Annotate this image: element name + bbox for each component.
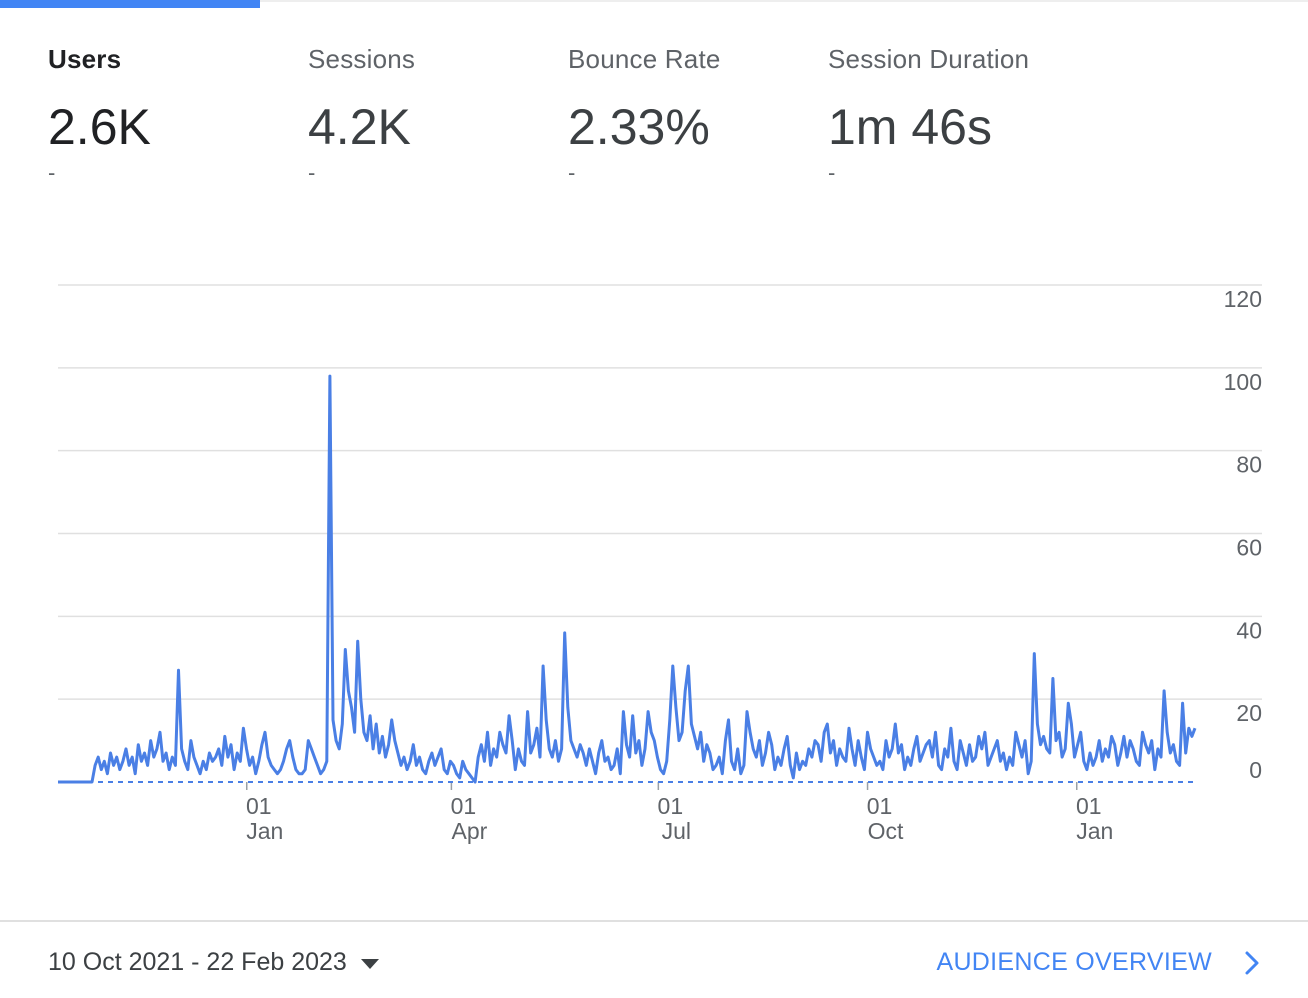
y-tick-label: 120 <box>1224 286 1262 312</box>
y-tick-label: 20 <box>1236 700 1262 726</box>
y-tick-label: 0 <box>1249 757 1262 783</box>
metric-sessions-delta: - <box>308 160 316 185</box>
x-tick-month-label: Oct <box>868 818 904 844</box>
y-tick-label: 40 <box>1236 617 1262 643</box>
metric-sessions-value: 4.2K <box>308 99 411 155</box>
bottom-divider <box>0 920 1308 922</box>
metric-bounce-rate-delta: - <box>568 160 576 185</box>
metric-users-label: Users <box>48 44 122 74</box>
metric-users-value: 2.6K <box>48 99 151 155</box>
chevron-right-icon <box>1245 951 1259 974</box>
metric-bounce-rate-label: Bounce Rate <box>568 44 721 74</box>
metric-session-duration-label: Session Duration <box>828 44 1030 74</box>
metric-sessions-tab[interactable]: Sessions 4.2K - <box>308 44 558 186</box>
date-range-label: 10 Oct 2021 - 22 Feb 2023 <box>48 948 347 976</box>
metric-session-duration-tab[interactable]: Session Duration 1m 46s - <box>828 44 1078 186</box>
chart-y-axis: 0 20 40 60 80 100 120 <box>1224 286 1262 783</box>
date-range-selector[interactable]: 10 Oct 2021 - 22 Feb 2023 <box>48 948 379 977</box>
top-divider <box>260 0 1308 2</box>
x-tick-month-label: Jan <box>1076 818 1113 844</box>
chart-gridlines <box>58 284 1262 700</box>
y-tick-label: 100 <box>1224 369 1262 395</box>
x-tick-month-label: Jul <box>662 818 691 844</box>
metric-users-tab[interactable]: Users 2.6K - <box>48 44 298 186</box>
x-tick-day-label: 01 <box>451 793 477 819</box>
x-tick-day-label: 01 <box>867 793 893 819</box>
metric-session-duration-value: 1m 46s <box>828 99 992 155</box>
metric-sessions-label: Sessions <box>308 44 416 74</box>
x-tick-day-label: 01 <box>246 793 272 819</box>
users-series-line <box>58 374 1197 784</box>
audience-overview-label: AUDIENCE OVERVIEW <box>936 948 1212 976</box>
x-tick-month-label: Apr <box>452 818 488 844</box>
x-tick-month-label: Jan <box>246 818 283 844</box>
active-tab-indicator <box>0 0 260 8</box>
metric-users-delta: - <box>48 160 56 185</box>
caret-down-icon <box>360 958 379 969</box>
x-tick-day-label: 01 <box>658 793 684 819</box>
x-tick-day-label: 01 <box>1076 793 1102 819</box>
chart-x-axis: 01Jan01Apr01Jul01Oct01Jan <box>246 782 1113 844</box>
users-line-chart: 020406080100120 01Jan01Apr01Jul01Oct01Ja… <box>58 284 1262 844</box>
metric-bounce-rate-tab[interactable]: Bounce Rate 2.33% - <box>568 44 818 186</box>
metric-bounce-rate-value: 2.33% <box>568 99 710 155</box>
metric-session-duration-delta: - <box>828 160 836 185</box>
y-tick-label: 60 <box>1236 535 1262 561</box>
audience-overview-link[interactable]: AUDIENCE OVERVIEW <box>936 948 1260 977</box>
y-tick-label: 80 <box>1236 452 1262 478</box>
